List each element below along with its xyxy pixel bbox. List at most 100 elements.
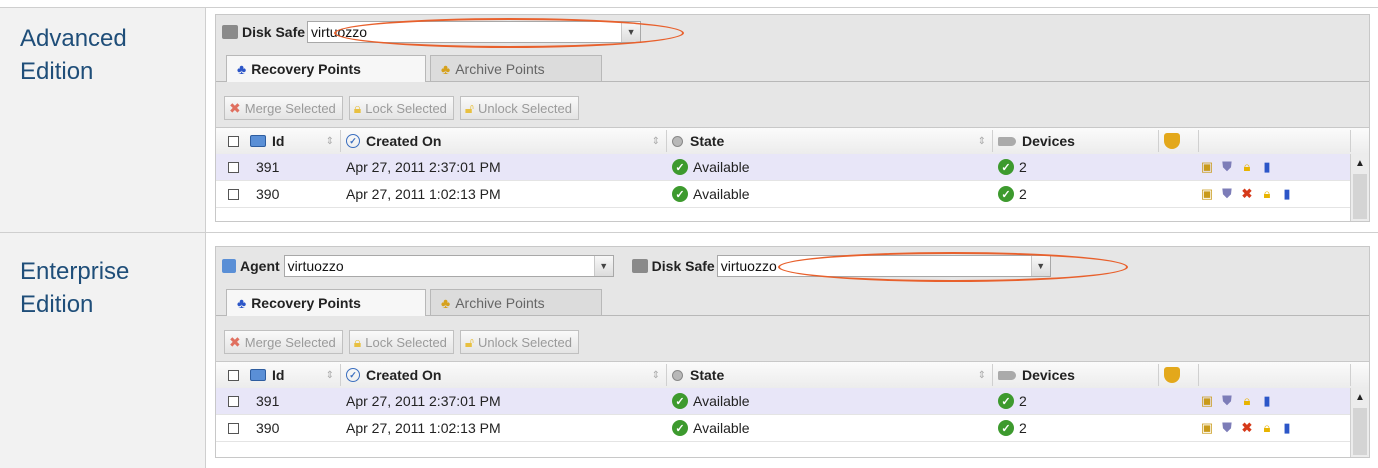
check-icon: ✓ bbox=[998, 393, 1014, 409]
merge-selected-button[interactable]: ✖ Merge Selected bbox=[224, 96, 343, 120]
chevron-down-icon[interactable]: ▼ bbox=[1030, 256, 1050, 276]
book-icon[interactable]: ▮ bbox=[1279, 186, 1295, 202]
shield-icon[interactable]: ⛊ bbox=[1219, 186, 1235, 202]
column-lock[interactable] bbox=[1164, 128, 1194, 154]
shield-icon[interactable]: ⛊ bbox=[1219, 420, 1235, 436]
grid-header: Id ⇕ ✓ Created On ⇕ State ⇕ Devices bbox=[216, 127, 1369, 155]
unlock-icon: 🔓︎ bbox=[464, 99, 474, 116]
check-icon: ✓ bbox=[998, 159, 1014, 175]
id-icon bbox=[250, 369, 266, 381]
column-separator bbox=[1158, 364, 1159, 386]
column-state[interactable]: State ⇕ bbox=[672, 128, 992, 154]
row-checkbox-cell[interactable] bbox=[228, 415, 250, 441]
disk-safe-label: Disk Safe bbox=[242, 24, 306, 40]
column-separator bbox=[992, 130, 993, 152]
row-checkbox-cell[interactable] bbox=[228, 181, 250, 207]
divider bbox=[0, 232, 1378, 233]
divider bbox=[205, 8, 206, 232]
row-checkbox[interactable] bbox=[228, 161, 239, 173]
browse-icon[interactable]: ▣ bbox=[1199, 420, 1215, 436]
column-id[interactable]: Id ⇕ bbox=[250, 362, 340, 388]
check-icon: ✓ bbox=[998, 420, 1014, 436]
column-created-on[interactable]: ✓ Created On ⇕ bbox=[346, 128, 666, 154]
delete-icon[interactable]: ✖ bbox=[1239, 420, 1255, 436]
tab-label: Recovery Points bbox=[251, 61, 361, 77]
browse-icon[interactable]: ▣ bbox=[1199, 186, 1215, 202]
book-icon[interactable]: ▮ bbox=[1259, 393, 1275, 409]
disk-safe-select[interactable]: virtuozzo ▼ bbox=[716, 255, 1051, 277]
table-row[interactable]: 391 Apr 27, 2011 2:37:01 PM ✓ Available … bbox=[216, 388, 1369, 415]
lock-icon[interactable]: 🔒︎ bbox=[1239, 393, 1255, 409]
scroll-up-arrow-icon[interactable]: ▲ bbox=[1351, 154, 1369, 172]
row-checkbox[interactable] bbox=[228, 422, 239, 434]
agent-select[interactable]: virtuozzo ▼ bbox=[283, 255, 614, 277]
unlock-selected-button[interactable]: 🔓︎ Unlock Selected bbox=[459, 96, 579, 120]
column-created-on[interactable]: ✓ Created On ⇕ bbox=[346, 362, 666, 388]
column-separator bbox=[1198, 364, 1199, 386]
sort-icon[interactable]: ⇕ bbox=[652, 370, 660, 381]
tab-archive-points[interactable]: ♣ Archive Points bbox=[430, 55, 602, 81]
lock-icon[interactable]: 🔒︎ bbox=[1239, 159, 1255, 175]
shield-icon[interactable]: ⛊ bbox=[1219, 393, 1235, 409]
unlock-selected-button[interactable]: 🔓︎ Unlock Selected bbox=[459, 330, 579, 354]
edition-panel: Advanced Edition bbox=[0, 8, 205, 232]
sort-icon[interactable]: ⇕ bbox=[978, 370, 986, 381]
book-icon[interactable]: ▮ bbox=[1279, 420, 1295, 436]
row-devices-count: 2 bbox=[1019, 420, 1027, 436]
sort-icon[interactable]: ⇕ bbox=[326, 370, 334, 381]
column-devices[interactable]: Devices bbox=[998, 128, 1158, 154]
row-actions: ▣ ⛊ 🔒︎ ▮ bbox=[1199, 388, 1275, 414]
row-checkbox[interactable] bbox=[228, 395, 239, 407]
shield-icon bbox=[1164, 367, 1180, 383]
lock-selected-button[interactable]: 🔒︎ Lock Selected bbox=[348, 330, 454, 354]
column-state[interactable]: State ⇕ bbox=[672, 362, 992, 388]
scrollbar[interactable]: ▲ bbox=[1350, 154, 1369, 221]
scroll-thumb[interactable] bbox=[1353, 408, 1367, 455]
devices-icon bbox=[998, 370, 1016, 380]
column-label: State bbox=[690, 367, 725, 383]
state-icon bbox=[672, 135, 683, 147]
lock-icon[interactable]: 🔒︎ bbox=[1259, 186, 1275, 202]
check-icon: ✓ bbox=[672, 420, 688, 436]
row-checkbox[interactable] bbox=[228, 188, 239, 200]
table-row[interactable]: 390 Apr 27, 2011 1:02:13 PM ✓ Available … bbox=[216, 181, 1369, 208]
select-all-checkbox[interactable] bbox=[228, 135, 239, 147]
column-id[interactable]: Id ⇕ bbox=[250, 128, 340, 154]
id-icon bbox=[250, 135, 266, 147]
clock-icon: ✓ bbox=[346, 368, 360, 382]
chevron-down-icon[interactable]: ▼ bbox=[621, 22, 641, 42]
scrollbar[interactable]: ▲ bbox=[1350, 388, 1369, 457]
lock-selected-button[interactable]: 🔒︎ Lock Selected bbox=[348, 96, 454, 120]
tab-recovery-points[interactable]: ♣ Recovery Points bbox=[226, 289, 426, 316]
row-created-on: Apr 27, 2011 2:37:01 PM bbox=[346, 393, 501, 409]
browse-icon[interactable]: ▣ bbox=[1199, 393, 1215, 409]
row-devices: ✓ 2 bbox=[998, 181, 1158, 207]
table-row[interactable]: 391 Apr 27, 2011 2:37:01 PM ✓ Available … bbox=[216, 154, 1369, 181]
check-icon: ✓ bbox=[998, 186, 1014, 202]
select-all-checkbox-cell[interactable] bbox=[228, 128, 250, 154]
sort-icon[interactable]: ⇕ bbox=[978, 136, 986, 147]
select-all-checkbox[interactable] bbox=[228, 369, 239, 381]
lock-icon[interactable]: 🔒︎ bbox=[1259, 420, 1275, 436]
scroll-up-arrow-icon[interactable]: ▲ bbox=[1351, 388, 1369, 406]
row-checkbox-cell[interactable] bbox=[228, 388, 250, 414]
sort-icon[interactable]: ⇕ bbox=[652, 136, 660, 147]
column-lock[interactable] bbox=[1164, 362, 1194, 388]
row-checkbox-cell[interactable] bbox=[228, 154, 250, 180]
delete-icon[interactable]: ✖ bbox=[1239, 186, 1255, 202]
tab-archive-points[interactable]: ♣ Archive Points bbox=[430, 289, 602, 315]
book-icon[interactable]: ▮ bbox=[1259, 159, 1275, 175]
column-devices[interactable]: Devices bbox=[998, 362, 1158, 388]
tab-recovery-points[interactable]: ♣ Recovery Points bbox=[226, 55, 426, 82]
browse-icon[interactable]: ▣ bbox=[1199, 159, 1215, 175]
row-actions: ▣ ⛊ ✖ 🔒︎ ▮ bbox=[1199, 415, 1295, 441]
merge-selected-button[interactable]: ✖ Merge Selected bbox=[224, 330, 343, 354]
row-devices: ✓ 2 bbox=[998, 388, 1158, 414]
select-all-checkbox-cell[interactable] bbox=[228, 362, 250, 388]
shield-icon[interactable]: ⛊ bbox=[1219, 159, 1235, 175]
chevron-down-icon[interactable]: ▼ bbox=[593, 256, 613, 276]
disk-safe-select[interactable]: virtuozzo ▼ bbox=[307, 21, 642, 43]
sort-icon[interactable]: ⇕ bbox=[326, 136, 334, 147]
scroll-thumb[interactable] bbox=[1353, 174, 1367, 219]
table-row[interactable]: 390 Apr 27, 2011 1:02:13 PM ✓ Available … bbox=[216, 415, 1369, 442]
